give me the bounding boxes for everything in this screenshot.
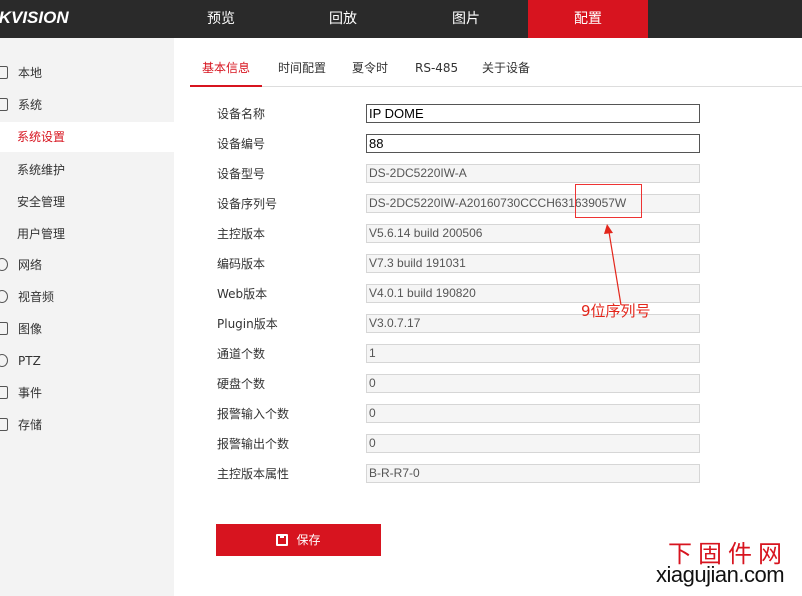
hdd-count-field: 0: [366, 374, 700, 393]
network-icon: [0, 258, 8, 271]
alarm-output-count-field: 0: [366, 434, 700, 453]
sidebar: 本地 系统 系统设置 系统维护 安全管理 用户管理 网络 视音频 图像 PTZ …: [0, 38, 174, 596]
sidebar-item-user-management[interactable]: 用户管理: [0, 219, 174, 249]
firmware-version-field: V5.6.14 build 200506: [366, 224, 700, 243]
sidebar-item-local[interactable]: 本地: [0, 58, 174, 88]
video-audio-icon: [0, 290, 8, 303]
nav-tab-configuration[interactable]: 配置: [528, 0, 648, 38]
sidebar-item-system[interactable]: 系统: [0, 90, 174, 120]
sidebar-item-label: 存储: [18, 418, 43, 432]
firmware-attribute-label: 主控版本属性: [217, 467, 290, 481]
firmware-attribute-field: B-R-R7-0: [366, 464, 700, 483]
tab-time-settings[interactable]: 时间配置: [278, 55, 326, 87]
alarm-output-count-label: 报警输出个数: [217, 437, 290, 451]
nav-tab-picture[interactable]: 图片: [406, 0, 526, 38]
sidebar-item-ptz[interactable]: PTZ: [0, 346, 174, 376]
storage-icon: [0, 418, 8, 431]
save-icon: [276, 534, 289, 546]
sidebar-item-label: PTZ: [18, 354, 41, 368]
sidebar-item-label: 系统: [18, 98, 43, 112]
nav-tab-preview[interactable]: 预览: [161, 0, 281, 38]
sidebar-item-label: 系统维护: [17, 163, 66, 177]
device-model-label: 设备型号: [217, 167, 266, 181]
tab-rs485[interactable]: RS-485: [415, 55, 458, 87]
alarm-input-count-label: 报警输入个数: [217, 407, 290, 421]
sidebar-item-label: 事件: [18, 386, 43, 400]
tab-basic-info[interactable]: 基本信息: [190, 55, 263, 87]
web-version-label: Web版本: [217, 287, 268, 301]
tab-about-device[interactable]: 关于设备: [482, 55, 530, 87]
serial-number-label: 设备序列号: [217, 197, 278, 211]
brand-logo: IKVISION: [0, 8, 69, 27]
settings-tabs: 基本信息 时间配置 夏令时 RS-485 关于设备: [190, 55, 802, 87]
sidebar-item-security-management[interactable]: 安全管理: [0, 187, 174, 217]
device-number-label: 设备编号: [217, 137, 266, 151]
device-number-field[interactable]: 88: [366, 134, 700, 153]
device-name-field[interactable]: IP DOME: [366, 104, 700, 123]
sidebar-item-label: 图像: [18, 322, 43, 336]
system-icon: [0, 98, 8, 111]
monitor-icon: [0, 66, 8, 79]
sidebar-item-system-maintenance[interactable]: 系统维护: [0, 155, 174, 185]
sidebar-item-label: 视音频: [18, 290, 55, 304]
save-button-label: 保存: [296, 533, 321, 547]
top-navigation-bar: IKVISION 预览 回放 图片 配置: [0, 0, 802, 38]
sidebar-item-storage[interactable]: 存储: [0, 410, 174, 440]
sidebar-item-network[interactable]: 网络: [0, 250, 174, 280]
event-icon: [0, 386, 8, 399]
encoding-version-field: V7.3 build 191031: [366, 254, 700, 273]
hdd-count-label: 硬盘个数: [217, 377, 266, 391]
watermark-url: xiagujian.com: [656, 562, 785, 587]
serial-number-field: DS-2DC5220IW-A20160730CCCH631639057W: [366, 194, 700, 213]
device-model-field: DS-2DC5220IW-A: [366, 164, 700, 183]
save-button[interactable]: 保存: [216, 524, 381, 556]
alarm-input-count-field: 0: [366, 404, 700, 423]
sidebar-item-label: 用户管理: [17, 227, 66, 241]
sidebar-item-label: 系统设置: [17, 130, 66, 144]
tab-dst[interactable]: 夏令时: [352, 55, 388, 87]
sidebar-item-image[interactable]: 图像: [0, 314, 174, 344]
serial-highlight-box: [575, 184, 642, 218]
ptz-icon: [0, 354, 8, 367]
sidebar-item-system-settings[interactable]: 系统设置: [0, 122, 174, 152]
sidebar-item-video-audio[interactable]: 视音频: [0, 282, 174, 312]
sidebar-item-label: 本地: [18, 66, 43, 80]
sidebar-item-event[interactable]: 事件: [0, 378, 174, 408]
device-name-label: 设备名称: [217, 107, 266, 121]
annotation-note: 9位序列号: [581, 302, 651, 320]
plugin-version-label: Plugin版本: [217, 317, 278, 331]
sidebar-item-label: 安全管理: [17, 195, 66, 209]
sidebar-item-label: 网络: [18, 258, 43, 272]
encoding-version-label: 编码版本: [217, 257, 266, 271]
firmware-version-label: 主控版本: [217, 227, 266, 241]
nav-tab-playback[interactable]: 回放: [283, 0, 403, 38]
channel-count-field: 1: [366, 344, 700, 363]
web-version-field: V4.0.1 build 190820: [366, 284, 700, 303]
channel-count-label: 通道个数: [217, 347, 266, 361]
image-icon: [0, 322, 8, 335]
